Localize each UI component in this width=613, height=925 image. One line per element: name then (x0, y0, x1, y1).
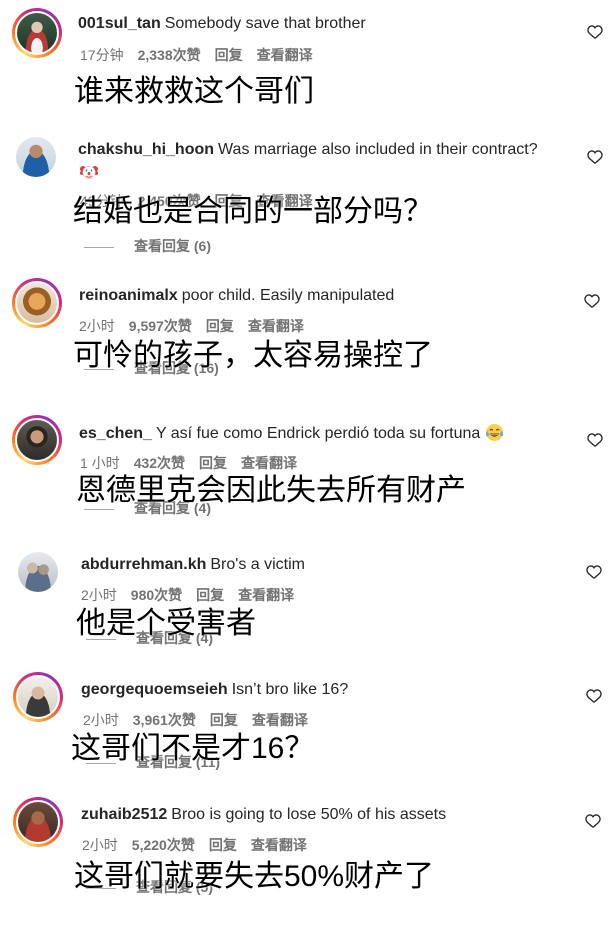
see-translation-button[interactable]: 查看翻译 (251, 837, 307, 853)
like-button[interactable] (587, 432, 603, 448)
comment-line: georgequoemseieh Isn’t bro like 16? (81, 680, 348, 700)
clown-face-emoji-icon (80, 165, 98, 180)
reply-divider-line (84, 246, 114, 248)
like-button[interactable] (587, 149, 603, 165)
view-replies-label[interactable]: 查看回复 (6) (134, 238, 211, 254)
like-count[interactable]: 9,597次赞 (129, 318, 192, 334)
avatar (15, 11, 59, 55)
like-button[interactable] (584, 293, 600, 309)
like-count[interactable]: 432次赞 (134, 455, 185, 471)
avatar-story-ring[interactable] (12, 8, 62, 58)
comment-text: Was marriage also included in their cont… (218, 141, 538, 158)
translation-overlay: 谁来救救这个哥们 (74, 75, 314, 108)
comment-username[interactable]: chakshu_hi_hoon (78, 141, 214, 158)
like-count[interactable]: 980次赞 (131, 587, 182, 603)
comment-username[interactable]: abdurrehman.kh (81, 556, 206, 573)
see-translation-button[interactable]: 查看翻译 (241, 455, 297, 471)
comment-text: poor child. Easily manipulated (181, 287, 395, 304)
avatar-story-ring[interactable] (12, 278, 62, 328)
comment-line: zuhaib2512 Broo is going to lose 50% of h… (81, 805, 446, 825)
translation-overlay: 这哥们就要失去50%财产了 (74, 860, 435, 893)
comment-text: Somebody save that brother (164, 15, 366, 32)
comment-time: 17分钟 (80, 47, 124, 63)
reply-button[interactable]: 回复 (206, 318, 234, 334)
avatar-story-ring[interactable] (13, 797, 63, 847)
translation-overlay: 结婚也是合同的一部分吗？ (73, 195, 433, 228)
comment-time: 2小时 (81, 587, 117, 603)
comment-username[interactable]: es_chen_ (79, 425, 152, 442)
heart-icon (586, 565, 602, 579)
avatar (15, 281, 59, 325)
see-translation-button[interactable]: 查看翻译 (257, 47, 313, 63)
heart-icon (585, 814, 601, 828)
heart-icon (587, 433, 603, 447)
avatar[interactable] (16, 137, 56, 177)
face-with-tears-of-joy-emoji-icon (486, 424, 504, 441)
like-button[interactable] (587, 24, 603, 40)
heart-icon (587, 150, 603, 164)
avatar (16, 800, 60, 844)
reply-button[interactable]: 回复 (196, 587, 224, 603)
reply-button[interactable]: 回复 (199, 455, 227, 471)
comment-meta: 2小时 3,961次赞 回复 查看翻译 (83, 711, 322, 729)
avatar (15, 418, 59, 462)
avatar-story-ring[interactable] (13, 672, 63, 722)
comment-text: Y así fue como Endrick perdió toda su fo… (155, 425, 481, 442)
see-translation-button[interactable]: 查看翻译 (248, 318, 304, 334)
comment-line: es_chen_ Y así fue como Endrick perdió to… (79, 423, 504, 444)
translation-overlay: 他是个受害者 (76, 607, 256, 640)
comment-text: Bro's a victim (210, 556, 305, 573)
comment-meta: 2小时 980次赞 回复 查看翻译 (81, 586, 308, 604)
like-button[interactable] (585, 813, 601, 829)
comment-line: 001sul_tan Somebody save that brother (78, 14, 366, 34)
comment-meta: 2小时 5,220次赞 回复 查看翻译 (82, 836, 321, 854)
comment-meta: 1 小时 432次赞 回复 查看翻译 (80, 454, 311, 472)
like-count[interactable]: 3,961次赞 (133, 712, 196, 728)
like-count[interactable]: 2,338次赞 (138, 47, 201, 63)
comment-time: 2小时 (83, 712, 119, 728)
like-button[interactable] (586, 688, 602, 704)
translation-overlay: 这哥们不是才16？ (71, 732, 315, 765)
comment-username[interactable]: zuhaib2512 (81, 806, 167, 823)
comment-text: Broo is going to lose 50% of his assets (171, 806, 447, 823)
reply-button[interactable]: 回复 (215, 47, 243, 63)
see-translation-button[interactable]: 查看翻译 (238, 587, 294, 603)
comment-meta: 17分钟 2,338次赞 回复 查看翻译 (80, 46, 327, 64)
reply-button[interactable]: 回复 (209, 837, 237, 853)
see-translation-button[interactable]: 查看翻译 (252, 712, 308, 728)
comment-line: reinoanimalx poor child. Easily manipulat… (79, 286, 394, 306)
comment-line: abdurrehman.kh Bro's a victim (81, 555, 305, 575)
avatar (16, 675, 60, 719)
comment-meta: 2小时 9,597次赞 回复 查看翻译 (79, 317, 318, 335)
comment-text: Isn’t bro like 16? (231, 681, 349, 698)
comment-username[interactable]: georgequoemseieh (81, 681, 228, 698)
translation-overlay: 恩德里克会因此失去所有财产 (76, 474, 466, 507)
comment-username[interactable]: reinoanimalx (79, 287, 178, 304)
like-button[interactable] (586, 564, 602, 580)
comment-time: 1 小时 (80, 455, 120, 471)
comment-time: 2小时 (82, 837, 118, 853)
comment-username[interactable]: 001sul_tan (78, 15, 161, 32)
heart-icon (587, 25, 603, 39)
comment-line: chakshu_hi_hoon Was marriage also include… (78, 140, 538, 160)
comment-time: 2小时 (79, 318, 115, 334)
heart-icon (584, 294, 600, 308)
avatar-story-ring[interactable] (12, 415, 62, 465)
heart-icon (586, 689, 602, 703)
avatar[interactable] (18, 552, 58, 592)
reply-button[interactable]: 回复 (210, 712, 238, 728)
view-replies-button[interactable]: 查看回复 (6) (84, 237, 211, 255)
translation-overlay: 可怜的孩子，太容易操控了 (73, 339, 433, 372)
like-count[interactable]: 5,220次赞 (132, 837, 195, 853)
